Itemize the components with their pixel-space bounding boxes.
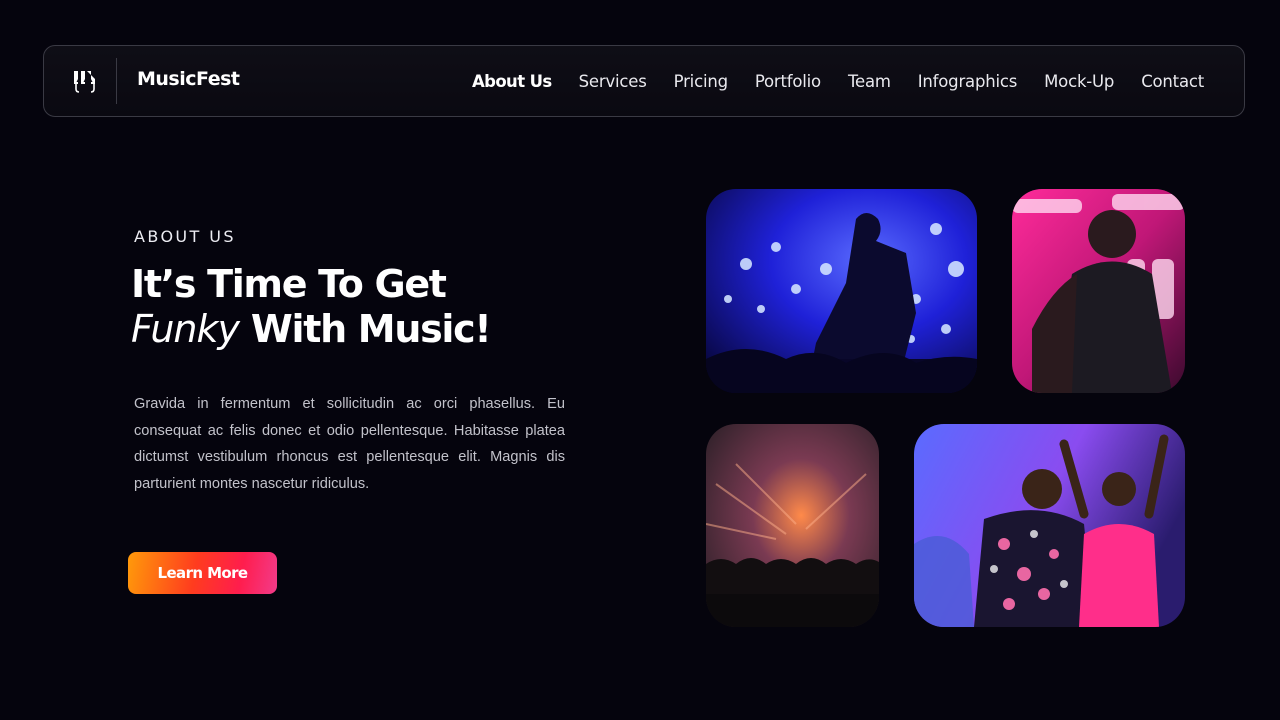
- nav-services[interactable]: Services: [579, 72, 647, 91]
- nav-portfolio[interactable]: Portfolio: [755, 72, 821, 91]
- hero-body-text: Gravida in fermentum et sollicitudin ac …: [134, 396, 565, 492]
- dancing-crowd-photo: [914, 424, 1185, 627]
- headline-line-1: It’s Time To Get: [131, 262, 447, 306]
- concert-photo-stage-lights: [706, 424, 879, 627]
- brand-name[interactable]: MusicFest: [137, 68, 240, 90]
- nav-team[interactable]: Team: [848, 72, 891, 91]
- logo-divider: [116, 58, 117, 104]
- nav-about-us[interactable]: About Us: [472, 72, 552, 91]
- music-quote-icon[interactable]: [71, 68, 99, 96]
- headline-rest: With Music!: [238, 307, 492, 351]
- learn-more-button[interactable]: Learn More: [128, 552, 277, 594]
- nav-contact[interactable]: Contact: [1141, 72, 1204, 91]
- performer-photo-neon: [1012, 189, 1185, 393]
- top-navbar: MusicFest About Us Services Pricing Port…: [43, 45, 1245, 117]
- concert-photo-crowd-blue: [706, 189, 977, 393]
- nav-mock-up[interactable]: Mock-Up: [1044, 72, 1114, 91]
- headline-italic-word: Funky: [131, 307, 240, 351]
- nav-pricing[interactable]: Pricing: [674, 72, 728, 91]
- hero-headline: It’s Time To Get Funky With Music!: [131, 262, 591, 352]
- nav-infographics[interactable]: Infographics: [918, 72, 1018, 91]
- nav-links: About Us Services Pricing Portfolio Team…: [445, 46, 1204, 116]
- section-eyebrow: ABOUT US: [134, 227, 236, 246]
